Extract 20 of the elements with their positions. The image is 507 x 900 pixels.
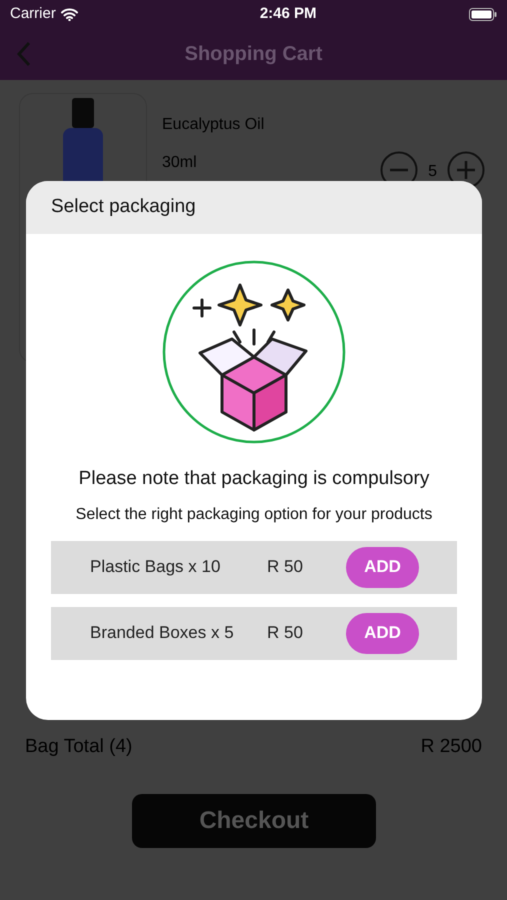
add-button[interactable]: ADD bbox=[346, 546, 419, 588]
product-size: 30ml bbox=[162, 153, 198, 173]
quantity-value: 5 bbox=[428, 162, 437, 182]
packaging-subtitle: Select the right packaging option for your products bbox=[74, 504, 434, 524]
battery-icon bbox=[469, 8, 497, 20]
dialog-title: Select packaging bbox=[51, 195, 196, 220]
checkout-button[interactable]: Checkout bbox=[132, 794, 376, 848]
bag-total-value: R 2500 bbox=[420, 735, 482, 759]
option-label: Branded Boxes x 5 bbox=[90, 622, 235, 644]
packaging-note: Please note that packaging is compulsory bbox=[78, 467, 430, 491]
option-price: R 50 bbox=[267, 556, 304, 578]
option-label: Plastic Bags x 10 bbox=[90, 556, 222, 578]
add-button[interactable]: ADD bbox=[346, 612, 419, 654]
wifi-icon bbox=[60, 8, 78, 20]
bag-total-label: Bag Total (4) bbox=[25, 735, 132, 759]
page-title: Shopping Cart bbox=[184, 42, 322, 67]
status-time: 2:46 PM bbox=[260, 4, 317, 24]
carrier-label: Carrier bbox=[10, 4, 56, 24]
option-price: R 50 bbox=[267, 622, 304, 644]
product-name: Eucalyptus Oil bbox=[162, 115, 264, 135]
